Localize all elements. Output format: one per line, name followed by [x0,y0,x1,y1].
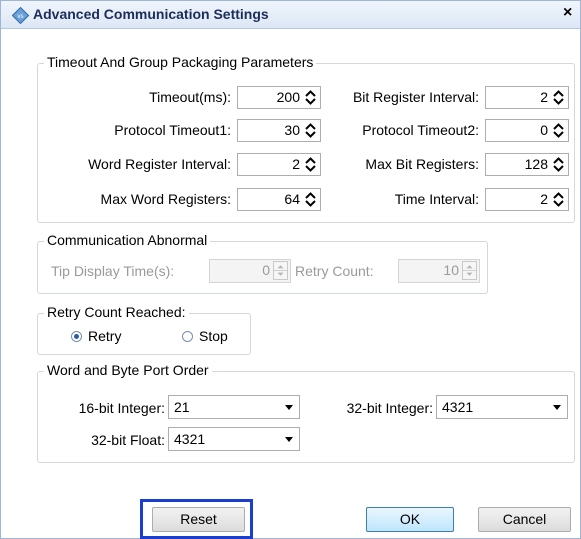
tip-display-time-value: 0 [262,262,270,278]
spin-arrows-icon[interactable] [303,122,318,139]
word-register-interval-spinner[interactable]: 2 [237,153,321,176]
window-title: Advanced Communication Settings [33,6,269,22]
timeout-ms-label: Timeout(ms): [149,89,231,105]
app-icon: vs [12,7,29,24]
stop-radio-label: Stop [199,328,228,344]
svg-text:vs: vs [18,14,24,20]
int32-order-value: 4321 [442,399,474,415]
radio-selected-icon[interactable] [71,331,82,342]
spin-arrows-icon[interactable] [551,191,566,208]
int32-label: 32-bit Integer: [346,400,433,416]
word-register-interval-label: Word Register Interval: [88,156,231,172]
max-word-registers-label: Max Word Registers: [100,191,231,207]
spin-arrows-icon[interactable] [303,191,318,208]
protocol-timeout2-spinner[interactable]: 0 [485,119,569,142]
stop-radio[interactable]: Stop [182,328,228,344]
timeout-ms-spinner[interactable]: 200 [237,86,321,109]
cancel-button[interactable]: Cancel [478,507,571,532]
max-bit-registers-spinner[interactable]: 128 [485,153,569,176]
spin-arrows-icon[interactable] [273,261,288,280]
spin-arrows-icon[interactable] [551,156,566,173]
retry-radio[interactable]: Retry [71,328,121,344]
radio-unselected-icon[interactable] [182,331,193,342]
spin-arrows-icon[interactable] [303,89,318,106]
advanced-communication-settings-dialog: vs Advanced Communication Settings × Tim… [0,0,581,539]
chevron-down-icon[interactable] [285,405,293,410]
title-bar: vs Advanced Communication Settings × [1,1,580,29]
spin-arrows-icon[interactable] [551,89,566,106]
communication-abnormal-legend: Communication Abnormal [44,232,211,248]
close-icon[interactable]: × [563,4,572,22]
spin-arrows-icon[interactable] [303,156,318,173]
int16-order-value: 21 [174,399,190,415]
chevron-down-icon[interactable] [285,437,293,442]
bit-register-interval-label: Bit Register Interval: [352,89,479,105]
timeout-ms-value: 200 [276,89,300,105]
max-word-registers-spinner[interactable]: 64 [237,188,321,211]
bit-register-interval-value: 2 [540,89,548,105]
time-interval-value: 2 [540,191,548,207]
tip-display-time-label: Tip Display Time(s): [51,263,175,279]
tip-display-time-spinner[interactable]: 0 [209,259,291,283]
int32-order-select[interactable]: 4321 [436,395,568,419]
spin-arrows-icon[interactable] [462,261,477,280]
retry-count-spinner[interactable]: 10 [398,259,480,283]
protocol-timeout2-label: Protocol Timeout2: [362,122,479,138]
time-interval-spinner[interactable]: 2 [485,188,569,211]
max-word-registers-value: 64 [284,191,300,207]
reset-button[interactable]: Reset [152,507,245,532]
max-bit-registers-value: 128 [524,156,548,172]
port-order-legend: Word and Byte Port Order [44,362,212,378]
spin-arrows-icon[interactable] [551,122,566,139]
protocol-timeout1-spinner[interactable]: 30 [237,119,321,142]
float32-order-select[interactable]: 4321 [168,427,300,451]
word-register-interval-value: 2 [292,156,300,172]
protocol-timeout1-label: Protocol Timeout1: [114,122,231,138]
float32-label: 32-bit Float: [91,432,165,448]
float32-order-value: 4321 [174,431,206,447]
int16-label: 16-bit Integer: [78,400,165,416]
retry-count-reached-legend: Retry Count Reached: [44,304,189,320]
retry-count-value: 10 [443,262,459,278]
bit-register-interval-spinner[interactable]: 2 [485,86,569,109]
chevron-down-icon[interactable] [553,405,561,410]
int16-order-select[interactable]: 21 [168,395,300,419]
protocol-timeout1-value: 30 [284,122,300,138]
time-interval-label: Time Interval: [394,191,479,207]
retry-radio-label: Retry [88,328,122,344]
protocol-timeout2-value: 0 [540,122,548,138]
ok-button[interactable]: OK [366,507,454,532]
max-bit-registers-label: Max Bit Registers: [365,156,479,172]
retry-count-label: Retry Count: [295,263,374,279]
timeout-group-legend: Timeout And Group Packaging Parameters [44,54,317,70]
